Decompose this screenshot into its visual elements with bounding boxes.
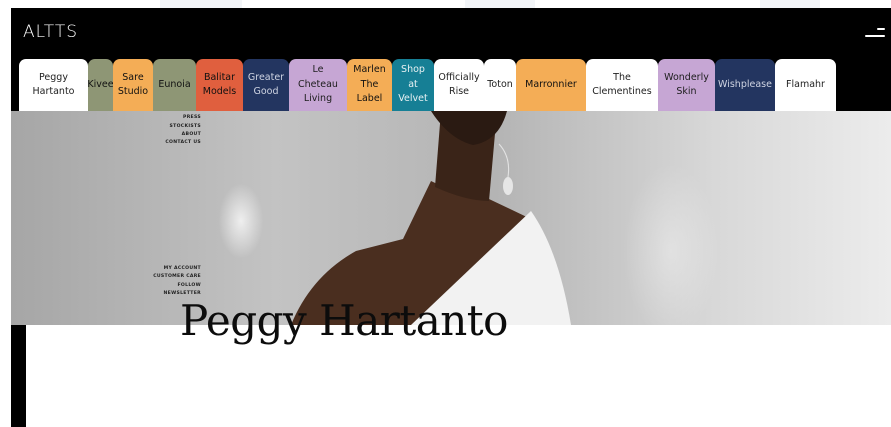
- hero-menu-bottom: MY ACCOUNT CUSTOMER CARE FOLLOW NEWSLETTER: [141, 265, 201, 298]
- brand-tab[interactable]: Marlen The Label: [347, 59, 392, 111]
- menu-icon-line: [865, 35, 885, 37]
- brand-tab[interactable]: The Clementines: [586, 59, 658, 111]
- brand-tab[interactable]: Greater Good: [243, 59, 289, 111]
- site-frame: ALTTS Peggy Hartanto Kivee Sare Studio Euno…: [11, 8, 891, 427]
- brand-tab[interactable]: Marronnier: [516, 59, 586, 111]
- site-logo[interactable]: ALTTS: [23, 22, 78, 42]
- brand-tabs: Peggy Hartanto Kivee Sare Studio Eunoia Bali…: [19, 59, 891, 111]
- brand-tab[interactable]: Shop at Velvet: [392, 59, 434, 111]
- brand-tab[interactable]: Sare Studio: [113, 59, 153, 111]
- hero-menu-top: PROJECTPRESSSTOCKISTSABOUTCONTACT US: [141, 111, 201, 147]
- hero-menu-link[interactable]: CONTACT US: [141, 139, 201, 147]
- brand-tab[interactable]: Peggy Hartanto: [19, 59, 88, 111]
- brand-title: Peggy Hartanto: [180, 296, 508, 345]
- brand-tab[interactable]: Eunoia: [153, 59, 196, 111]
- hero-menu-link[interactable]: ABOUT: [141, 131, 201, 139]
- hero-menu-link[interactable]: MY ACCOUNT: [141, 265, 201, 273]
- brand-tab[interactable]: Wishplease: [715, 59, 775, 111]
- hero-menu-link[interactable]: CUSTOMER CARE: [141, 273, 201, 281]
- brand-tab[interactable]: Toton: [484, 59, 516, 111]
- brand-tab[interactable]: Officially Rise: [434, 59, 484, 111]
- menu-icon-line: [877, 28, 885, 30]
- brand-tab[interactable]: Balitar Models: [196, 59, 243, 111]
- brand-tab[interactable]: Kivee: [87, 59, 114, 111]
- hamburger-menu-icon[interactable]: [863, 26, 885, 42]
- brand-tab[interactable]: Wonderly Skin: [658, 59, 715, 111]
- hero-menu-link[interactable]: FOLLOW: [141, 282, 201, 290]
- hero-menu-link[interactable]: PRESS: [141, 114, 201, 122]
- hero-image: PROJECTPRESSSTOCKISTSABOUTCONTACT US MY …: [11, 111, 891, 325]
- hero-menu-link[interactable]: STOCKISTS: [141, 123, 201, 131]
- brand-tab[interactable]: Flamahr: [775, 59, 836, 111]
- brand-tab[interactable]: Le Cheteau Living: [289, 59, 347, 111]
